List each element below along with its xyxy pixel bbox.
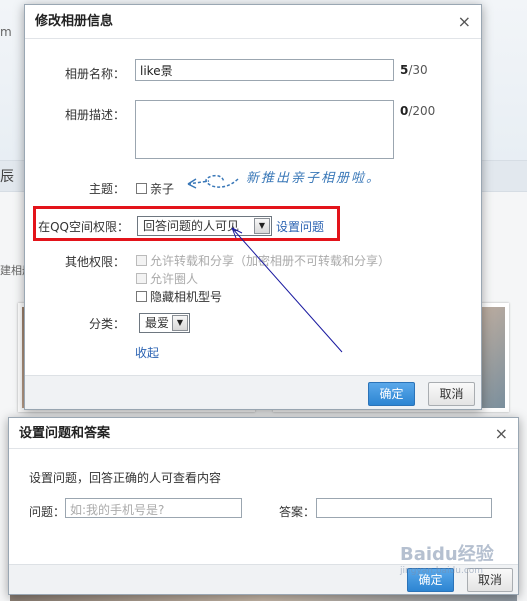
dialog-title: 修改相册信息 xyxy=(35,14,114,29)
hide-camera-checkbox[interactable] xyxy=(136,291,147,302)
allow-share-option: 允许转载和分享（加密相册不可转载和分享） xyxy=(136,252,390,269)
cancel-button[interactable]: 取消 xyxy=(428,382,475,406)
album-desc-textarea[interactable] xyxy=(135,100,394,159)
other-permission-label: 其他权限： xyxy=(64,255,125,269)
category-select[interactable]: 最爱 ▼ xyxy=(139,313,190,333)
theme-option-label: 亲子 xyxy=(150,182,175,196)
album-name-counter: 5/30 xyxy=(400,63,428,77)
theme-parenting-option[interactable]: 亲子 xyxy=(136,180,174,197)
dialog-title-bar: 修改相册信息 × xyxy=(25,5,481,39)
question-label: 问题： xyxy=(29,505,66,519)
album-desc-counter: 0/200 xyxy=(400,104,436,118)
background-text: 辰 xyxy=(0,169,14,185)
answer-input[interactable] xyxy=(316,498,492,518)
confirm-button[interactable]: 确定 xyxy=(368,382,415,406)
dialog-title-bar: 设置问题和答案 × xyxy=(9,418,518,449)
category-label: 分类： xyxy=(88,317,125,331)
allow-share-checkbox xyxy=(136,255,147,266)
collapse-link[interactable]: 收起 xyxy=(135,344,159,361)
question-hint: 设置问题，回答正确的人可查看内容 xyxy=(29,471,222,485)
close-icon[interactable]: × xyxy=(458,5,471,39)
question-input[interactable]: 如:我的手机号是? xyxy=(65,498,242,518)
highlight-box xyxy=(33,206,340,241)
allow-tag-option: 允许圈人 xyxy=(136,270,198,287)
theme-checkbox[interactable] xyxy=(136,183,147,194)
close-icon[interactable]: × xyxy=(495,418,508,449)
handwritten-annotation: 新推出亲子相册啦。 xyxy=(246,171,382,186)
hide-camera-option[interactable]: 隐藏相机型号 xyxy=(136,288,222,305)
allow-tag-checkbox xyxy=(136,273,147,284)
watermark-logo: Baidu经验 jingyan.baidu.com xyxy=(400,544,494,576)
album-desc-label: 相册描述： xyxy=(64,108,125,122)
chevron-down-icon: ▼ xyxy=(172,315,188,331)
album-name-input[interactable]: like景 xyxy=(135,59,394,81)
category-selected-value: 最爱 xyxy=(145,316,170,330)
answer-label: 答案： xyxy=(279,505,316,519)
theme-label: 主题： xyxy=(88,182,125,196)
background-text: m xyxy=(0,25,12,39)
album-name-label: 相册名称： xyxy=(64,67,125,81)
dialog-title: 设置问题和答案 xyxy=(19,426,111,441)
